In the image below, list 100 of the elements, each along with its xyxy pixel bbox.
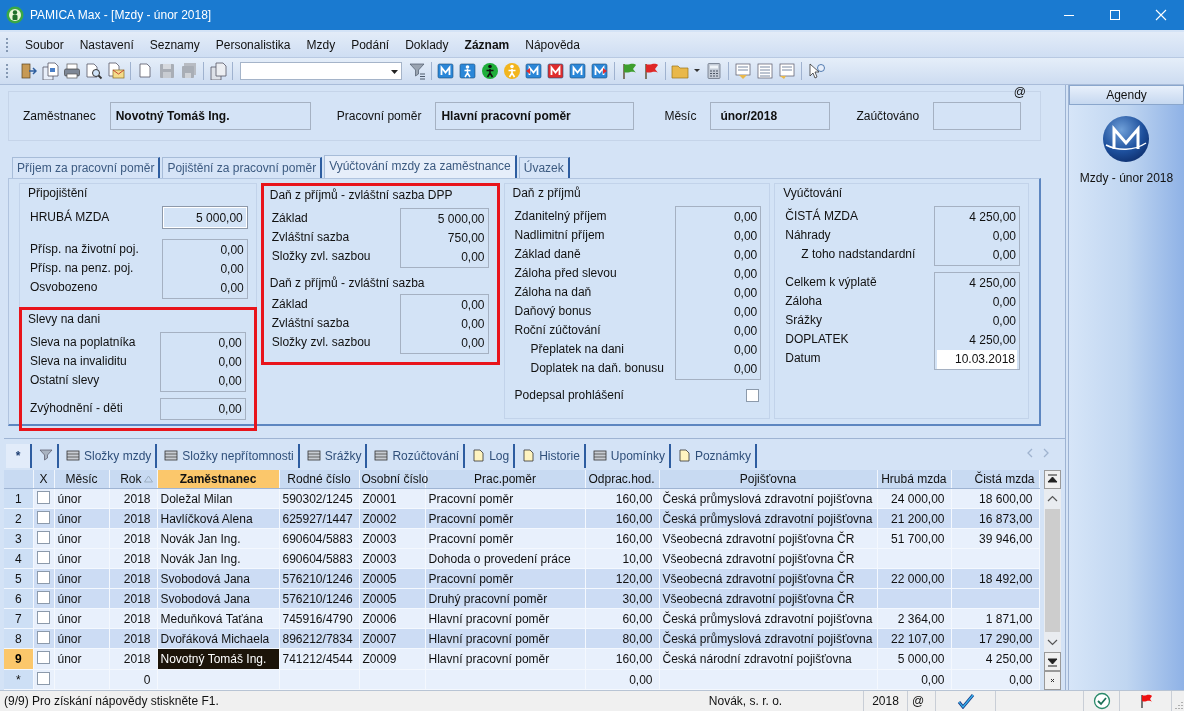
help-pointer-icon[interactable] [807,62,825,80]
column-header[interactable]: X [33,469,54,489]
row-header[interactable]: 9 [4,648,33,670]
status-text: 2018 [864,691,908,711]
copy-icon[interactable] [209,62,227,80]
menu-item[interactable]: Personalistika [207,37,299,52]
column-header[interactable]: Zaměstnanec [157,469,279,489]
checkbox[interactable] [746,389,760,402]
tab[interactable]: Pojištění za pracovní poměr [162,157,323,178]
field-label: Datum [784,350,822,367]
checkbox[interactable] [36,671,50,685]
text-field[interactable]: Novotný Tomáš Ing. [109,102,311,130]
page-icon [472,449,486,462]
group-title: Slevy na dani [28,312,102,326]
scroll-thumb[interactable] [1044,508,1060,632]
menu-item[interactable]: Nastavení [71,37,142,52]
row-header[interactable]: 5 [4,568,33,589]
field-label: Osvobozeno [29,279,99,296]
scroll-left-icon[interactable] [1025,446,1035,459]
panel-header[interactable]: Agendy [1069,85,1184,105]
agenda-label[interactable]: Mzdy - únor 2018 [1079,171,1174,185]
save-all-icon[interactable] [180,62,198,80]
text-field[interactable]: únor/2018 [710,102,831,130]
row-header[interactable]: 4 [4,548,33,569]
save-icon[interactable] [158,62,176,80]
menu-item[interactable]: Soubor [17,37,72,52]
exit-icon[interactable] [19,62,37,80]
person-icon[interactable] [481,62,499,80]
scrollbar[interactable] [1043,469,1061,690]
scroll-right-icon[interactable] [1041,446,1051,459]
tab[interactable]: * [6,443,32,468]
tile-icon[interactable] [525,62,543,80]
scroll-to-top-icon[interactable] [1043,469,1061,489]
grip-icon[interactable] [5,62,9,80]
note-icon[interactable] [778,62,796,80]
checkbox[interactable] [36,490,50,504]
field-label: Zvláštní sazba [270,315,351,332]
flag-icon[interactable] [620,62,638,80]
menu-item[interactable]: Mzdy [298,37,344,52]
date-field[interactable]: 10.03.2018 [937,350,1017,369]
flag-icon[interactable] [642,62,660,80]
column-header[interactable]: Pojišťovna [659,469,877,489]
checkbox[interactable] [36,570,50,584]
checkbox[interactable] [36,550,50,564]
resize-grip-icon[interactable] [1172,699,1184,711]
menu-item[interactable]: Záznam [456,37,518,52]
column-header[interactable]: Rodné číslo [279,469,359,489]
logo-icon[interactable] [1102,115,1151,163]
text-field[interactable] [933,102,1022,130]
list-icon[interactable] [756,62,774,80]
row-header[interactable]: 3 [4,528,33,549]
scroll-to-bottom-icon[interactable] [1043,651,1061,671]
row-header[interactable]: 1 [4,488,33,509]
checkmark-icon [956,693,975,709]
field-label: Zdanitelný příjem [513,208,608,225]
menu-item[interactable]: Nápověda [517,37,588,52]
menu-item[interactable]: Podání [343,37,398,52]
field-label: Roční zúčtování [513,322,602,339]
menu-item[interactable]: Doklady [397,37,457,52]
new-document-icon[interactable] [136,62,154,80]
field-label: Náhrady [784,227,832,244]
checkbox[interactable] [36,510,50,524]
print-preview-icon[interactable] [85,62,103,80]
group-title: Připojištění [28,186,89,200]
tile-icon[interactable] [591,62,609,80]
field-value: 0,00 [219,242,244,259]
grip-icon[interactable] [5,35,9,54]
row-header[interactable]: * [4,669,33,690]
field-value: 0,00 [991,228,1016,245]
text-field[interactable]: Hlavní pracovní poměr [435,102,635,130]
mail-icon[interactable] [107,62,125,80]
tab[interactable]: Úvazek [518,157,570,178]
copy-icon[interactable] [41,62,59,80]
field-value: 0,00 [732,323,758,340]
checkbox[interactable] [36,590,50,604]
tile-icon[interactable] [569,62,587,80]
column-header[interactable]: Čistá mzda [951,469,1039,489]
filter-icon[interactable] [408,62,426,80]
field-value: 0,00 [732,361,758,378]
column-header[interactable]: Odprac.hod. [585,469,659,489]
checkbox[interactable] [36,530,50,544]
note-icon[interactable] [734,62,752,80]
checkbox[interactable] [36,630,50,644]
field-value: 5 000,00 [436,211,485,228]
column-header[interactable]: Rok [109,469,157,489]
tile-icon[interactable] [547,62,565,80]
tab[interactable]: Příjem za pracovní poměr [12,157,161,178]
tab[interactable]: Vyúčtování mzdy za zaměstnance [324,155,517,178]
column-header[interactable]: Měsíc [54,469,109,489]
column-header[interactable]: Hrubá mzda [877,469,951,489]
tile-icon[interactable] [437,62,455,80]
print-icon[interactable] [63,62,81,80]
row-header[interactable]: 8 [4,628,33,649]
row-header[interactable]: 2 [4,508,33,529]
row-header[interactable]: 7 [4,608,33,629]
checkbox[interactable] [36,651,50,664]
menu-item[interactable]: Seznamy [141,37,208,52]
checkbox[interactable] [36,610,50,624]
row-header[interactable]: 6 [4,588,33,609]
field-label: Doplatek na daň. bonusu [529,360,665,377]
